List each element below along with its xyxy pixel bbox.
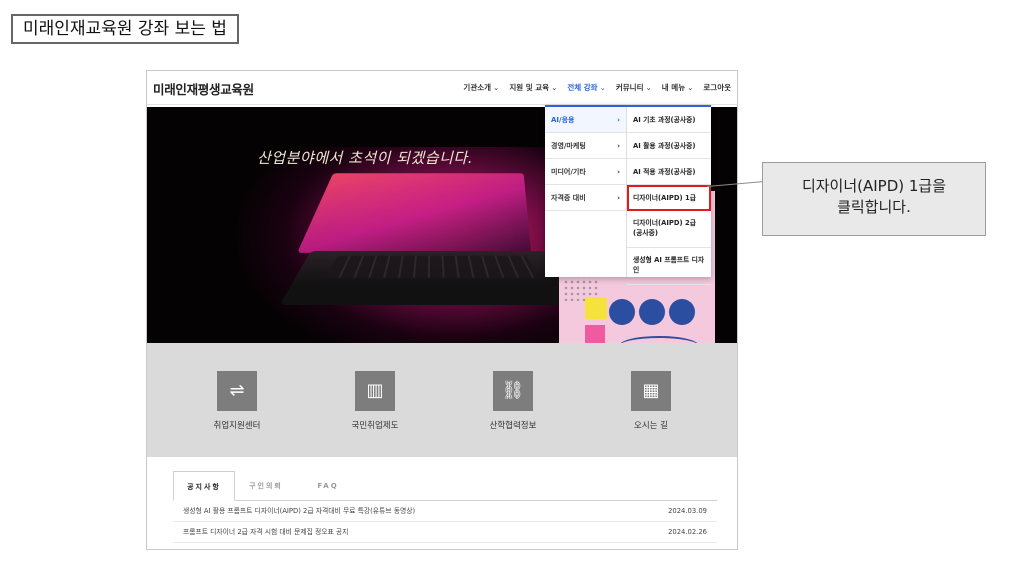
notice-title: 프롬프트 디자이너 2급 자격 시험 대비 문제집 정오표 공지 xyxy=(183,528,349,536)
main-nav: 기관소개 ⌄ 지원 및 교육 ⌄ 전체 강좌 ⌄ 커뮤니티 ⌄ 내 메뉴 ⌄ 로그아웃 xyxy=(463,82,731,93)
course-ai-basic[interactable]: AI 기초 과정(공사중) xyxy=(627,107,711,133)
course-aipd-level1[interactable]: 디자이너(AIPD) 1급 xyxy=(627,185,711,211)
category-management[interactable]: 경영/마케팅 › xyxy=(545,133,626,159)
quick-link-employment[interactable]: ⇌ 취업지원센터 xyxy=(187,371,287,431)
tab-faq[interactable]: FAQ xyxy=(297,471,359,500)
notice-date: 2024.03.09 xyxy=(668,507,707,515)
chevron-down-icon: ⌄ xyxy=(551,83,558,92)
nav-item-all-courses[interactable]: 전체 강좌 ⌄ xyxy=(567,82,606,93)
browser-page: 미래인재평생교육원 기관소개 ⌄ 지원 및 교육 ⌄ 전체 강좌 ⌄ 커뮤니티 ⌄ 내 … xyxy=(146,70,738,550)
site-logo[interactable]: 미래인재평생교육원 xyxy=(153,79,254,98)
bar-chart-icon: ▥ xyxy=(355,371,395,411)
category-media[interactable]: 미디어/기타 › xyxy=(545,159,626,185)
course-aipd-level2[interactable]: 디자이너(AIPD) 2급 (공사중) xyxy=(627,211,711,248)
slide-title: 미래인재교육원 강좌 보는 법 xyxy=(11,14,239,44)
nav-item-my-menu[interactable]: 내 메뉴 ⌄ xyxy=(662,82,694,93)
quick-link-directions[interactable]: ▦ 오시는 길 xyxy=(601,371,701,431)
chevron-down-icon: ⌄ xyxy=(599,83,606,92)
laptop-screen-image xyxy=(297,173,532,253)
site-header: 미래인재평생교육원 기관소개 ⌄ 지원 및 교육 ⌄ 전체 강좌 ⌄ 커뮤니티 ⌄ 내 … xyxy=(147,71,737,105)
category-ai[interactable]: AI/응용 › xyxy=(545,107,626,133)
handshake-icon: ⛓ xyxy=(493,371,533,411)
nav-item-community[interactable]: 커뮤니티 ⌄ xyxy=(616,82,652,93)
notice-title: 생성형 AI 활용 프롬프트 디자이너(AIPD) 2급 자격대비 무료 특강(… xyxy=(183,507,416,515)
notice-date: 2024.02.26 xyxy=(668,528,707,536)
notice-board: 공지사항 구인의뢰 FAQ 생성형 AI 활용 프롬프트 디자이너(AIPD) … xyxy=(173,471,717,549)
quick-link-industry[interactable]: ⛓ 산학협력정보 xyxy=(463,371,563,431)
chevron-right-icon: › xyxy=(617,193,620,202)
dropdown-courses: AI 기초 과정(공사중) AI 활용 과정(공사중) AI 적용 과정(공사중… xyxy=(627,107,711,285)
usb-icon: ⇌ xyxy=(217,371,257,411)
nav-item-logout[interactable]: 로그아웃 xyxy=(703,82,731,93)
nav-item-about[interactable]: 기관소개 ⌄ xyxy=(463,82,499,93)
category-certification[interactable]: 자격증 대비 › xyxy=(545,185,626,211)
laptop-keyboard-image xyxy=(325,255,539,278)
promo-card-circles xyxy=(609,299,699,327)
chevron-right-icon: › xyxy=(617,141,620,150)
notice-tabs: 공지사항 구인의뢰 FAQ xyxy=(173,471,717,501)
nav-item-support[interactable]: 지원 및 교육 ⌄ xyxy=(509,82,557,93)
chevron-right-icon: › xyxy=(617,167,620,176)
instruction-callout: 디자이너(AIPD) 1급을 클릭합니다. xyxy=(762,162,986,236)
course-ai-usage[interactable]: AI 활용 과정(공사중) xyxy=(627,133,711,159)
quick-links: ⇌ 취업지원센터 ▥ 국민취업제도 ⛓ 산학협력정보 ▦ 오시는 길 xyxy=(147,343,737,457)
promo-card-yellow-square xyxy=(585,297,607,319)
promo-card-pink-square xyxy=(585,325,605,343)
course-ai-application[interactable]: AI 적용 과정(공사중) xyxy=(627,159,711,185)
chevron-down-icon: ⌄ xyxy=(645,83,652,92)
all-courses-dropdown: AI/응용 › 경영/마케팅 › 미디어/기타 › 자격증 대비 › AI 기초 과정(… xyxy=(545,105,711,285)
dropdown-categories: AI/응용 › 경영/마케팅 › 미디어/기타 › 자격증 대비 › xyxy=(545,107,627,277)
quick-link-national-employment[interactable]: ▥ 국민취업제도 xyxy=(325,371,425,431)
tab-notices[interactable]: 공지사항 xyxy=(173,471,235,501)
chevron-down-icon: ⌄ xyxy=(687,83,694,92)
chevron-right-icon: › xyxy=(617,115,620,124)
tab-job-requests[interactable]: 구인의뢰 xyxy=(235,471,297,500)
chevron-down-icon: ⌄ xyxy=(493,83,500,92)
map-icon: ▦ xyxy=(631,371,671,411)
notice-row[interactable]: 생성형 AI 활용 프롬프트 디자이너(AIPD) 2급 자격대비 무료 특강(… xyxy=(173,501,717,522)
notice-row[interactable]: 프롬프트 디자이너 2급 자격 시험 대비 문제집 정오표 공지 2024.02… xyxy=(173,522,717,543)
hero-tagline: 산업분야에서 초석이 되겠습니다. xyxy=(257,149,474,167)
promo-card-wave xyxy=(619,336,699,343)
course-generative-ai-prompt[interactable]: 생성형 AI 프롬프트 디자인 xyxy=(627,248,711,285)
